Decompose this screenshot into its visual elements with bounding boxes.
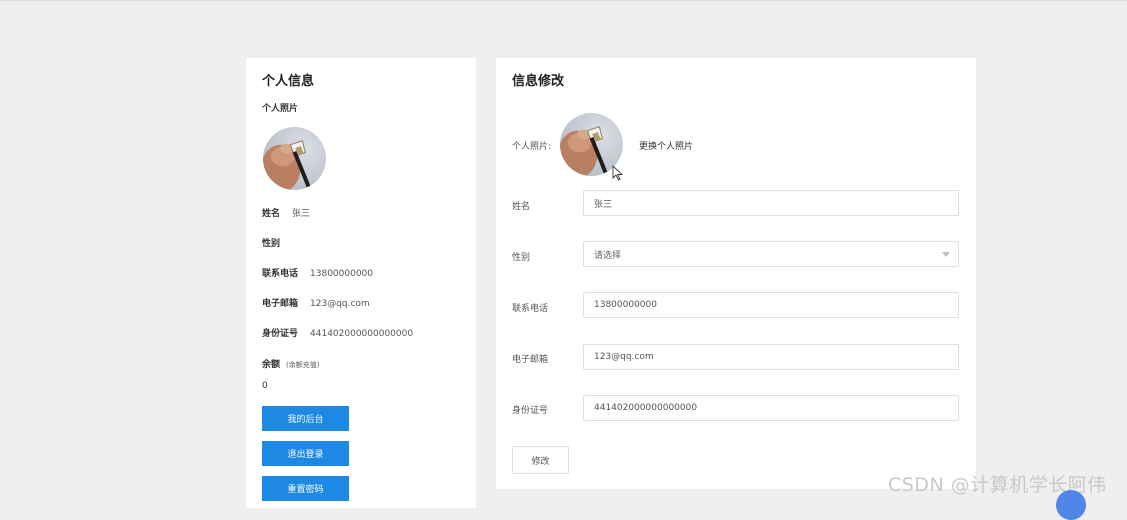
profile-phone-row: 联系电话 13800000000	[262, 266, 373, 279]
gender-select-placeholder: 请选择	[594, 250, 622, 261]
logout-button[interactable]: 退出登录	[262, 441, 349, 466]
profile-phone-label: 联系电话	[262, 269, 299, 279]
profile-email-value: 123@qq.com	[310, 299, 370, 309]
change-photo-link[interactable]: 更换个人照片	[639, 139, 693, 152]
profile-email-label: 电子邮箱	[262, 299, 299, 309]
profile-phone-value: 13800000000	[310, 269, 374, 279]
profile-id-row: 身份证号 441402000000000000	[262, 326, 413, 339]
id-input[interactable]: 441402000000000000	[583, 395, 959, 421]
chevron-down-icon	[942, 252, 950, 257]
profile-name-value: 张三	[292, 209, 311, 219]
profile-id-label: 身份证号	[262, 329, 299, 339]
dashboard-button[interactable]: 我的后台	[262, 406, 349, 431]
phone-input[interactable]: 13800000000	[583, 292, 959, 318]
profile-gender-label: 性别	[262, 239, 281, 249]
profile-balance-value-row: 0	[262, 381, 268, 391]
mouse-pointer-icon	[612, 165, 624, 181]
floating-action-button[interactable]	[1056, 490, 1086, 520]
edit-phone-label: 联系电话	[512, 304, 549, 314]
profile-balance-label: 余额	[262, 360, 281, 370]
edit-title: 信息修改	[512, 74, 565, 89]
profile-email-row: 电子邮箱 123@qq.com	[262, 296, 370, 309]
profile-name-label: 姓名	[262, 209, 281, 219]
edit-name-label: 姓名	[512, 202, 531, 212]
edit-card: 信息修改 个人照片: 更换个人照片 姓名 张三 性别 请选择 联系电话 1380…	[496, 58, 976, 489]
submit-button[interactable]: 修改	[512, 446, 569, 474]
profile-balance-row: 余额 (余额充值)	[262, 357, 319, 370]
reset-password-button[interactable]: 重置密码	[262, 476, 349, 501]
balance-recharge-link[interactable]: (余额充值)	[286, 361, 319, 369]
name-input[interactable]: 张三	[583, 190, 959, 216]
profile-name-row: 姓名 张三	[262, 206, 310, 219]
profile-title: 个人信息	[262, 74, 315, 89]
edit-email-label: 电子邮箱	[512, 355, 549, 365]
profile-gender-row: 性别	[262, 236, 292, 249]
gender-select[interactable]: 请选择	[583, 241, 959, 267]
profile-photo-label: 个人照片	[262, 104, 299, 114]
profile-card: 个人信息 个人照片 姓名 张三 性别 联系电话 13800000000 电子邮箱 12…	[246, 58, 476, 508]
avatar-image	[263, 140, 311, 190]
profile-balance-value: 0	[262, 381, 268, 391]
avatar	[263, 127, 326, 190]
edit-photo-label: 个人照片:	[512, 142, 552, 152]
email-input[interactable]: 123@qq.com	[583, 344, 959, 370]
edit-id-label: 身份证号	[512, 406, 549, 416]
top-divider	[0, 0, 1127, 1]
edit-gender-label: 性别	[512, 253, 531, 263]
profile-id-value: 441402000000000000	[310, 329, 414, 339]
